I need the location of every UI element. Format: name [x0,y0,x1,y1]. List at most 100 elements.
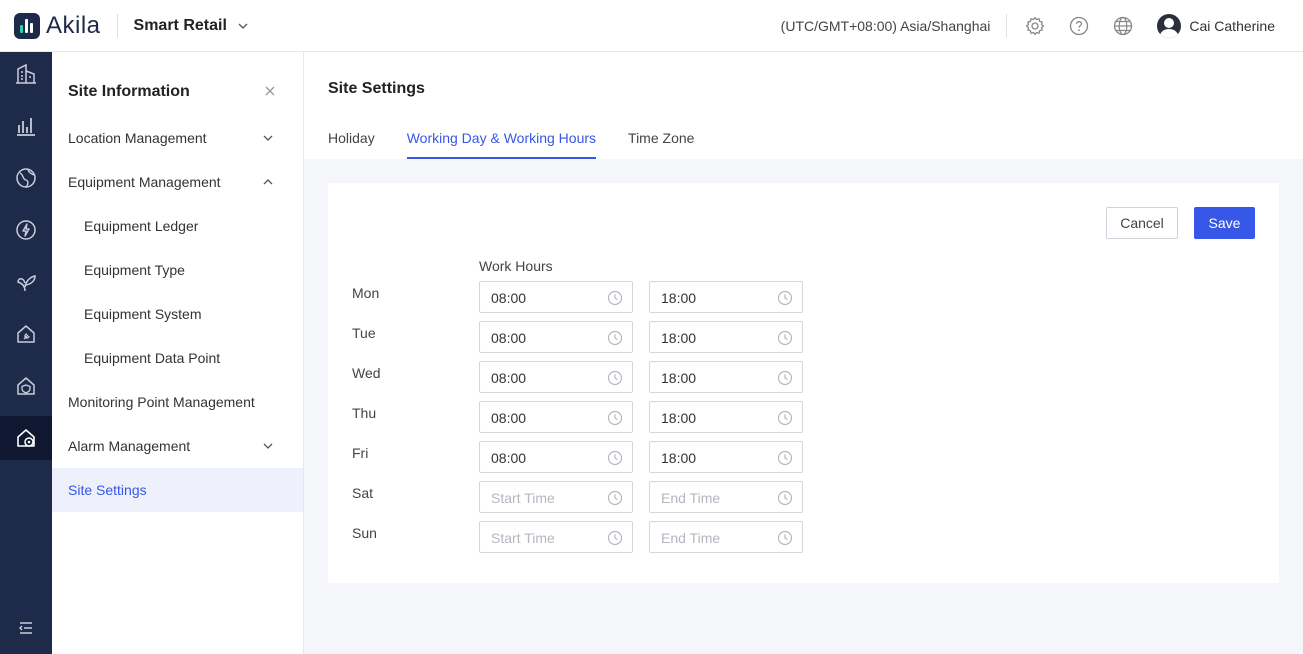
day-row: Mon 08:00 18:00 [328,281,1279,313]
day-label: Mon [352,285,380,301]
sidebar-item-location-management[interactable]: Location Management [52,116,303,160]
time-value: 18:00 [661,370,697,386]
start-time-input[interactable]: 08:00 [479,281,633,313]
end-time-input[interactable]: 18:00 [649,281,803,313]
day-row: Thu 08:00 18:00 [328,401,1279,433]
chevron-down-icon [238,23,248,29]
clock-icon [777,530,793,546]
sidebar-item-equipment-type[interactable]: Equipment Type [52,248,303,292]
end-time-input[interactable]: End Time [649,521,803,553]
chevron-up-icon [263,179,273,185]
time-value: 18:00 [661,450,697,466]
day-label: Sat [352,485,374,501]
time-value: 18:00 [661,290,697,306]
time-placeholder: Start Time [491,530,555,546]
clock-icon [777,490,793,506]
timezone-label[interactable]: (UTC/GMT+08:00) Asia/Shanghai [781,18,991,34]
time-value: 08:00 [491,450,527,466]
clock-icon [607,370,623,386]
help-icon[interactable] [1068,15,1090,37]
chart-icon[interactable] [0,104,52,148]
chevron-down-icon [263,443,273,449]
sidebar-item-monitoring-point-management[interactable]: Monitoring Point Management [52,380,303,424]
chevron-down-icon [263,135,273,141]
home-shield-icon[interactable] [0,364,52,408]
time-value: 08:00 [491,290,527,306]
time-placeholder: Start Time [491,490,555,506]
home-settings-icon[interactable] [0,416,52,460]
day-label: Tue [352,325,376,341]
header-divider [1006,13,1008,38]
app-logo[interactable]: Akila [14,12,101,40]
clock-icon [777,330,793,346]
sidebar-item-site-settings[interactable]: Site Settings [52,468,303,512]
sidebar-item-equipment-system[interactable]: Equipment System [52,292,303,336]
clock-icon [607,330,623,346]
end-time-input[interactable]: End Time [649,481,803,513]
start-time-input[interactable]: 08:00 [479,401,633,433]
clock-icon [607,290,623,306]
day-row: Tue 08:00 18:00 [328,321,1279,353]
day-row: Sat Start Time End Time [328,481,1279,513]
header-divider [116,13,118,38]
site-information-sidebar: Site Information Location Management Equ… [52,52,304,654]
energy-icon[interactable] [0,208,52,252]
day-label: Thu [352,405,377,421]
sidebar-item-equipment-ledger[interactable]: Equipment Ledger [52,204,303,248]
day-row: Fri 08:00 18:00 [328,441,1279,473]
gear-icon[interactable] [1024,15,1046,37]
page-header: Site Settings Holiday Working Day & Work… [304,52,1303,159]
clock-icon [607,450,623,466]
collapse-menu-icon[interactable] [0,616,52,640]
time-placeholder: End Time [661,490,721,506]
avatar [1157,13,1182,38]
sidebar-item-equipment-data-point[interactable]: Equipment Data Point [52,336,303,380]
end-time-input[interactable]: 18:00 [649,441,803,473]
day-label: Wed [352,365,381,381]
globe-icon[interactable] [1112,15,1134,37]
settings-tabs: Holiday Working Day & Working Hours Time… [328,130,726,159]
user-menu[interactable]: Cai Catherine [1157,13,1275,38]
project-selector[interactable]: Smart Retail [134,17,249,35]
start-time-input[interactable]: Start Time [479,521,633,553]
end-time-input[interactable]: 18:00 [649,401,803,433]
start-time-input[interactable]: Start Time [479,481,633,513]
user-name: Cai Catherine [1189,17,1275,34]
home-wrench-icon[interactable] [0,312,52,356]
working-hours-card: Cancel Save Work Hours Mon 08:00 18:00 Tue 0… [328,183,1279,583]
plant-icon[interactable] [0,260,52,304]
start-time-input[interactable]: 08:00 [479,321,633,353]
logo-text: Akila [46,11,101,39]
end-time-input[interactable]: 18:00 [649,321,803,353]
sidebar-item-equipment-management[interactable]: Equipment Management [52,160,303,204]
day-label: Fri [352,445,369,461]
time-value: 18:00 [661,410,697,426]
logo-mark-icon [14,12,40,39]
clock-icon [777,370,793,386]
module-rail [0,52,52,654]
start-time-input[interactable]: 08:00 [479,441,633,473]
day-row: Sun Start Time End Time [328,521,1279,553]
clock-icon [777,410,793,426]
clock-icon [607,530,623,546]
clock-icon [777,450,793,466]
save-button[interactable]: Save [1194,207,1255,239]
clock-icon [607,490,623,506]
main-content: Site Settings Holiday Working Day & Work… [304,52,1303,654]
start-time-input[interactable]: 08:00 [479,361,633,393]
end-time-input[interactable]: 18:00 [649,361,803,393]
globe-leaf-icon[interactable] [0,156,52,200]
time-value: 08:00 [491,410,527,426]
clock-icon [607,410,623,426]
clock-icon [777,290,793,306]
tab-time-zone[interactable]: Time Zone [628,130,694,159]
close-icon[interactable] [263,84,277,98]
time-placeholder: End Time [661,530,721,546]
project-name: Smart Retail [133,16,227,34]
tab-holiday[interactable]: Holiday [328,130,375,159]
buildings-icon[interactable] [0,52,52,96]
cancel-button[interactable]: Cancel [1106,207,1178,239]
sidebar-item-alarm-management[interactable]: Alarm Management [52,424,303,468]
tab-working-day-hours[interactable]: Working Day & Working Hours [406,130,597,159]
day-label: Sun [352,525,377,541]
